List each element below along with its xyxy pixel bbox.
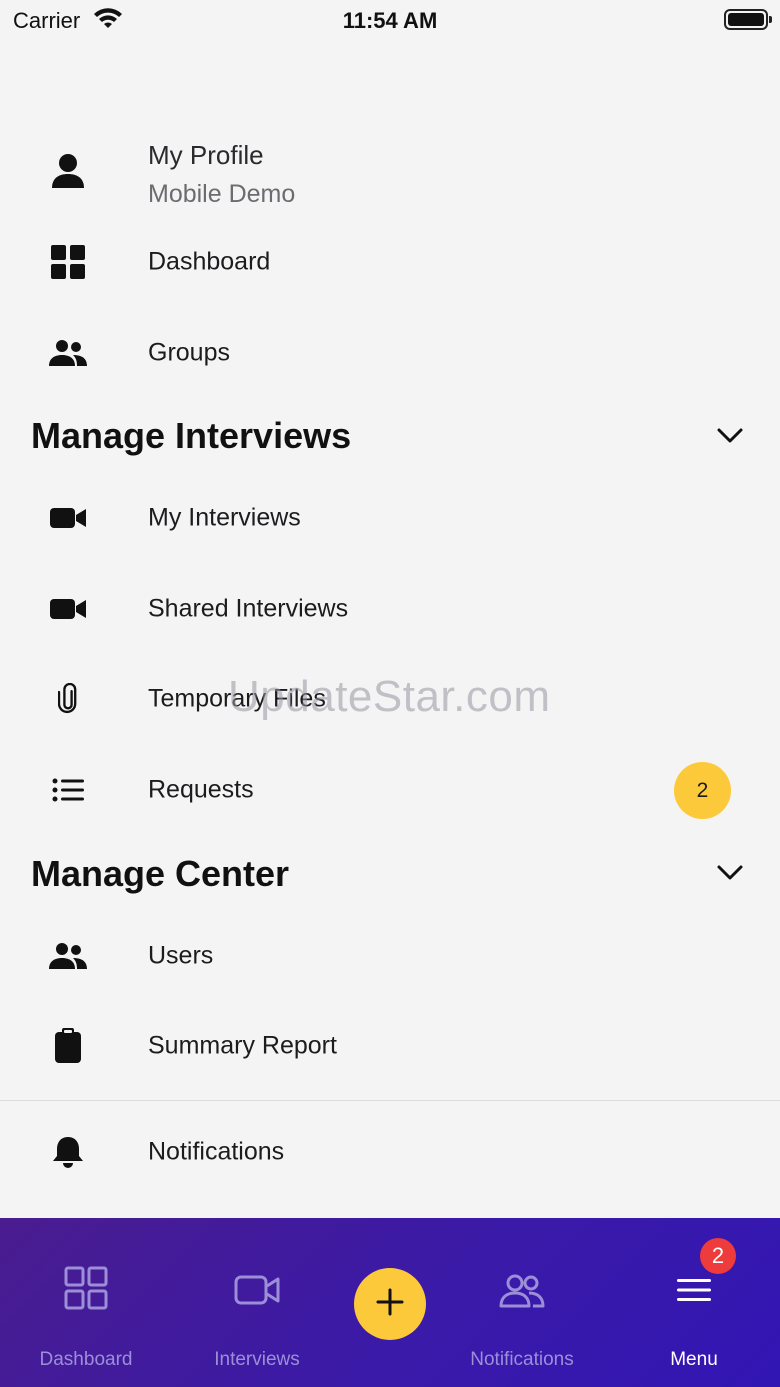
menu-item-groups[interactable]: Groups (0, 317, 780, 389)
menu-item-label: Users (148, 941, 214, 970)
tab-menu[interactable]: Menu (614, 1218, 774, 1387)
menu-item-label: Groups (148, 338, 230, 367)
menu-notification-badge: 2 (700, 1238, 736, 1274)
clipboard-icon (46, 1024, 90, 1068)
video-icon (46, 496, 90, 540)
menu-item-label: Dashboard (148, 247, 271, 276)
section-title-manage-center: Manage Center (31, 853, 290, 894)
menu-item-label: Summary Report (148, 1031, 337, 1060)
tab-label: Interviews (214, 1349, 300, 1370)
plus-icon (375, 1287, 405, 1322)
clock: 11:54 AM (342, 8, 438, 33)
add-button[interactable] (354, 1268, 426, 1340)
tab-dashboard[interactable]: Dashboard (6, 1218, 166, 1387)
profile-subtitle: Mobile Demo (148, 180, 296, 208)
people-icon (46, 331, 90, 375)
battery-icon (724, 9, 772, 30)
menu-item-users[interactable]: Users (0, 920, 780, 992)
people-icon (46, 934, 90, 978)
tab-interviews[interactable]: Interviews (177, 1218, 337, 1387)
profile-title: My Profile (148, 140, 264, 170)
list-icon (46, 768, 90, 812)
menu-item-shared-interviews[interactable]: Shared Interviews (0, 573, 780, 645)
bell-icon (46, 1130, 90, 1174)
menu-item-label: Requests (148, 775, 254, 804)
status-bar: Carrier 11:54 AM (0, 0, 780, 40)
video-icon (46, 587, 90, 631)
menu-item-label: My Interviews (148, 503, 301, 532)
paperclip-icon (46, 677, 90, 721)
video-outline-icon (234, 1275, 280, 1310)
menu-item-requests[interactable]: Requests (0, 754, 780, 826)
requests-count-badge: 2 (674, 762, 731, 819)
section-title-manage-interviews: Manage Interviews (31, 415, 352, 456)
menu-item-label: Shared Interviews (148, 594, 349, 623)
grid-icon (46, 240, 90, 284)
divider (0, 1100, 780, 1101)
menu-item-dashboard[interactable]: Dashboard (0, 226, 780, 298)
grid-outline-icon (64, 1266, 108, 1315)
menu-item-my-interviews[interactable]: My Interviews (0, 482, 780, 554)
person-icon (46, 149, 90, 193)
menu-item-label: Notifications (148, 1137, 285, 1166)
menu-item-notifications[interactable]: Notifications (0, 1116, 780, 1188)
people-outline-icon (499, 1274, 545, 1313)
tab-notifications[interactable]: Notifications (442, 1218, 602, 1387)
tab-label: Menu (670, 1349, 718, 1370)
tab-bar: Dashboard Interviews Notifications Menu (0, 1218, 780, 1387)
menu-item-summary-report[interactable]: Summary Report (0, 1010, 780, 1082)
hamburger-icon (677, 1278, 711, 1307)
tab-label: Dashboard (39, 1349, 133, 1370)
chevron-down-icon[interactable] (716, 426, 744, 451)
tab-label: Notifications (470, 1349, 574, 1370)
watermark: UpdateStar.com (228, 672, 551, 721)
chevron-down-icon[interactable] (716, 863, 744, 888)
